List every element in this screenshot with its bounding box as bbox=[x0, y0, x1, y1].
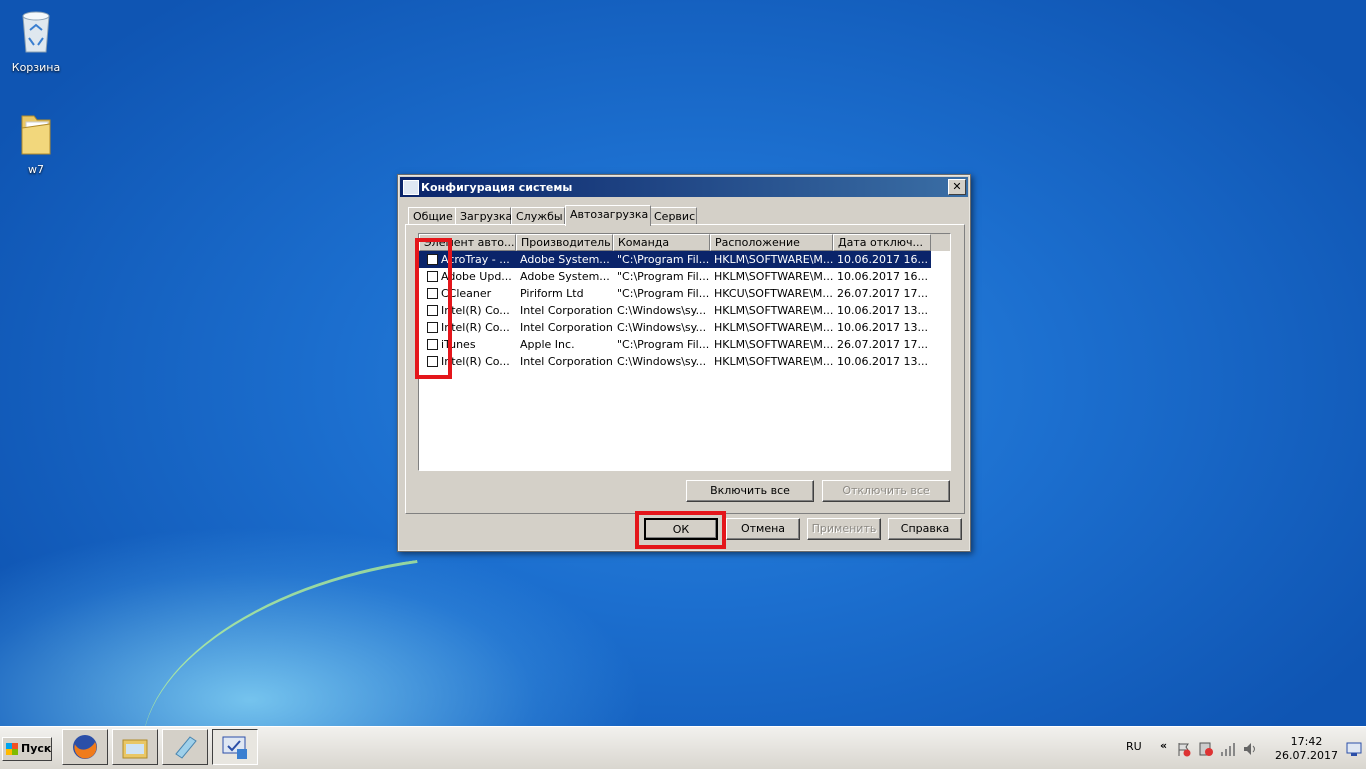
taskbar-firefox[interactable] bbox=[62, 729, 108, 765]
enable-all-button[interactable]: Включить все bbox=[686, 480, 814, 502]
table-row[interactable]: AcroTray - ... Adobe System... "C:\Program… bbox=[419, 251, 931, 268]
column-header-command[interactable]: Команда bbox=[613, 234, 710, 251]
msconfig-icon bbox=[403, 180, 419, 195]
row-date-disabled: 10.06.2017 16... bbox=[837, 270, 928, 283]
row-manufacturer: Intel Corporation bbox=[520, 321, 613, 334]
row-command: C:\Windows\sy... bbox=[617, 304, 707, 317]
row-manufacturer: Adobe System... bbox=[520, 270, 610, 283]
row-location: HKCU\SOFTWARE\M... bbox=[714, 287, 833, 300]
row-command: "C:\Program Fil... bbox=[617, 253, 710, 266]
explorer-folder-icon bbox=[122, 739, 148, 759]
cancel-button[interactable]: Отмена bbox=[726, 518, 800, 540]
clock-time: 17:42 bbox=[1290, 735, 1323, 748]
row-command: C:\Windows\sy... bbox=[617, 321, 707, 334]
startup-items-list[interactable]: Элемент авто... Производитель Команда Ра… bbox=[418, 233, 951, 471]
table-row[interactable]: Intel(R) Co... Intel Corporation C:\Window… bbox=[419, 319, 931, 336]
dialog-title: Конфигурация системы bbox=[421, 181, 573, 194]
tab-services[interactable]: Службы bbox=[511, 207, 565, 225]
startup-tab-panel: Элемент авто... Производитель Команда Ра… bbox=[405, 224, 965, 514]
table-row[interactable]: Adobe Upd... Adobe System... "C:\Program F… bbox=[419, 268, 931, 285]
row-date-disabled: 26.07.2017 17... bbox=[837, 287, 928, 300]
row-manufacturer: Intel Corporation bbox=[520, 304, 613, 317]
row-location: HKLM\SOFTWARE\M... bbox=[714, 321, 833, 334]
show-desktop-icon[interactable] bbox=[1346, 741, 1362, 757]
start-label: Пуск bbox=[21, 742, 52, 755]
firefox-icon bbox=[73, 735, 97, 759]
row-date-disabled: 10.06.2017 16... bbox=[837, 253, 928, 266]
column-header-manufacturer[interactable]: Производитель bbox=[516, 234, 613, 251]
row-location: HKLM\SOFTWARE\M... bbox=[714, 338, 833, 351]
row-location: HKLM\SOFTWARE\M... bbox=[714, 270, 833, 283]
msconfig-taskbar-icon bbox=[222, 736, 247, 759]
row-manufacturer: Piriform Ltd bbox=[520, 287, 584, 300]
dialog-titlebar[interactable]: Конфигурация системы ✕ bbox=[400, 177, 968, 197]
action-center-flag-icon[interactable] bbox=[1176, 741, 1192, 757]
row-date-disabled: 10.06.2017 13... bbox=[837, 355, 928, 368]
list-header: Элемент авто... Производитель Команда Ра… bbox=[419, 234, 950, 251]
notepad-icon bbox=[175, 736, 197, 759]
table-row[interactable]: iTunes Apple Inc. "C:\Program Fil... HKLM\S… bbox=[419, 336, 931, 353]
wallpaper-swoosh bbox=[120, 559, 440, 726]
close-button[interactable]: ✕ bbox=[948, 179, 966, 195]
network-signal-icon[interactable] bbox=[1220, 741, 1236, 757]
taskbar-notepad[interactable] bbox=[162, 729, 208, 765]
system-tray: RU « 17:42 26.07.2017 bbox=[1126, 731, 1366, 765]
row-manufacturer: Adobe System... bbox=[520, 253, 610, 266]
recycle-bin-label: Корзина bbox=[11, 61, 61, 74]
tab-startup[interactable]: Автозагрузка bbox=[565, 205, 651, 226]
volume-icon[interactable] bbox=[1242, 741, 1258, 757]
disable-all-button[interactable]: Отключить все bbox=[822, 480, 950, 502]
language-indicator[interactable]: RU bbox=[1126, 740, 1142, 753]
taskbar: Пуск RU « 17:42 26.07.2017 bbox=[0, 726, 1366, 769]
tab-boot[interactable]: Загрузка bbox=[455, 207, 512, 225]
w7-folder-label: w7 bbox=[28, 163, 44, 176]
windows-logo-icon bbox=[6, 743, 18, 755]
security-warning-icon[interactable] bbox=[1198, 741, 1214, 757]
row-location: HKLM\SOFTWARE\M... bbox=[714, 355, 833, 368]
row-command: "C:\Program Fil... bbox=[617, 287, 710, 300]
column-header-location[interactable]: Расположение bbox=[710, 234, 833, 251]
help-button[interactable]: Справка bbox=[888, 518, 962, 540]
row-command: "C:\Program Fil... bbox=[617, 338, 710, 351]
table-row[interactable]: Intel(R) Co... Intel Corporation C:\Window… bbox=[419, 302, 931, 319]
checkbox-column-highlight bbox=[415, 238, 452, 379]
row-command: C:\Windows\sy... bbox=[617, 355, 707, 368]
recycle-bin-desktop-icon[interactable]: Корзина bbox=[0, 8, 72, 74]
taskbar-msconfig[interactable] bbox=[212, 729, 258, 765]
apply-button[interactable]: Применить bbox=[807, 518, 881, 540]
row-location: HKLM\SOFTWARE\M... bbox=[714, 304, 833, 317]
row-manufacturer: Intel Corporation bbox=[520, 355, 613, 368]
row-manufacturer: Apple Inc. bbox=[520, 338, 575, 351]
w7-folder-desktop-icon[interactable]: w7 bbox=[0, 110, 72, 176]
tab-tools[interactable]: Сервис bbox=[649, 207, 697, 225]
table-row[interactable]: CCleaner Piriform Ltd "C:\Program Fil... HK… bbox=[419, 285, 931, 302]
row-date-disabled: 10.06.2017 13... bbox=[837, 304, 928, 317]
row-command: "C:\Program Fil... bbox=[617, 270, 710, 283]
row-location: HKLM\SOFTWARE\M... bbox=[714, 253, 833, 266]
clock[interactable]: 17:42 26.07.2017 bbox=[1275, 735, 1338, 763]
row-date-disabled: 26.07.2017 17... bbox=[837, 338, 928, 351]
row-date-disabled: 10.06.2017 13... bbox=[837, 321, 928, 334]
tab-general[interactable]: Общие bbox=[408, 207, 456, 225]
clock-date: 26.07.2017 bbox=[1275, 749, 1338, 762]
table-row[interactable]: Intel(R) Co... Intel Corporation C:\Window… bbox=[419, 353, 931, 370]
ok-button-highlight bbox=[635, 511, 726, 549]
taskbar-explorer[interactable] bbox=[112, 729, 158, 765]
folder-icon bbox=[21, 115, 51, 155]
system-configuration-dialog: Конфигурация системы ✕ Общие Загрузка Сл… bbox=[397, 174, 971, 552]
show-hidden-icons-button[interactable]: « bbox=[1160, 739, 1167, 752]
column-header-date-disabled[interactable]: Дата отключ... bbox=[833, 234, 931, 251]
recycle-bin-icon bbox=[22, 11, 50, 53]
start-button[interactable]: Пуск bbox=[2, 737, 52, 761]
